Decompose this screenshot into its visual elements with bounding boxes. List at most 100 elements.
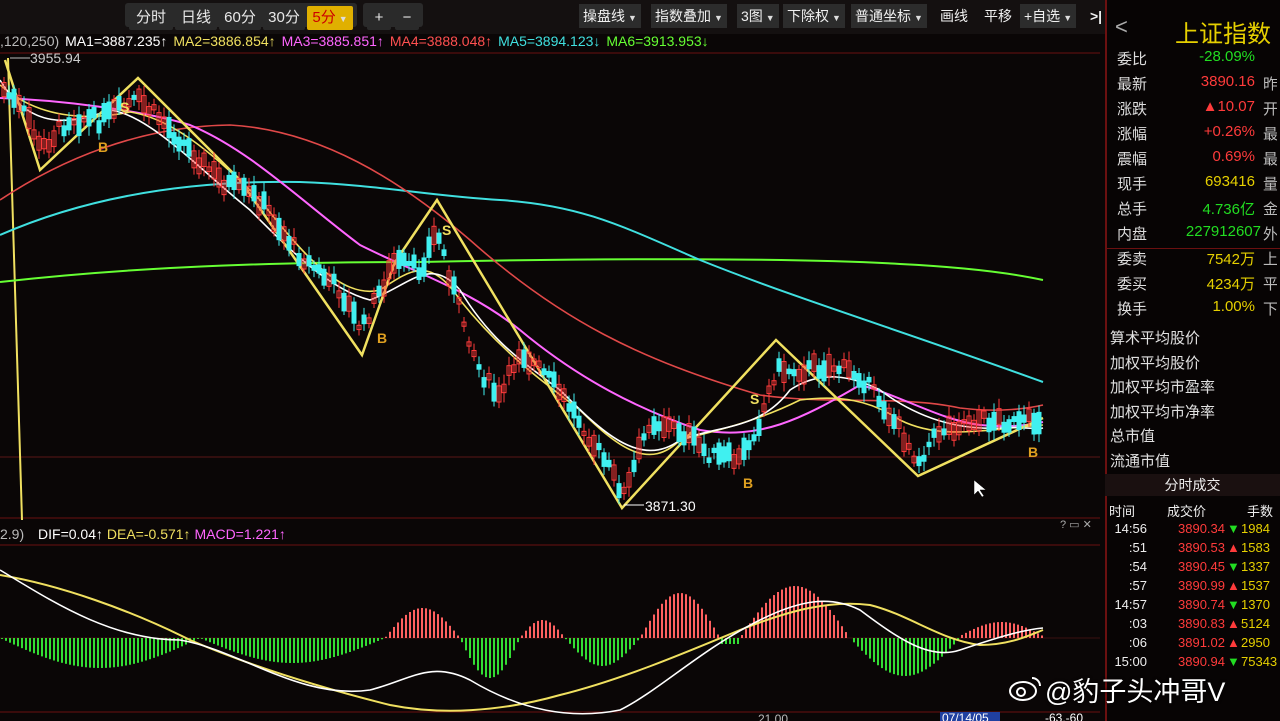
index-title: 上证指数 [1175,21,1271,48]
candle-body [806,360,812,370]
quote-suffix: 上 [1263,251,1277,268]
quote-suffix: 下 [1263,301,1277,318]
candle-body [166,116,172,139]
quote-label: 涨跌 [1117,101,1148,118]
ma6-line [0,258,1044,283]
weibo-logo-icon [1009,677,1041,701]
candle-body [851,370,857,380]
candle-body [991,411,997,431]
tick-time: :03 [1128,616,1147,631]
index-info-item[interactable]: 加权平均股价 [1110,352,1200,373]
quote-row: 总手 4.736亿金 [1117,198,1277,222]
quote-label: 总手 [1117,201,1148,218]
tick-row: 14:56 3890.34 ▼ 1984 [1105,521,1280,540]
ma1-line [0,79,1044,452]
low-price-label: 3871.30 [645,498,696,514]
candle-body [66,117,72,131]
macd-panel-controls[interactable]: ? ▭ ✕ [1060,519,1092,531]
quote-row: 涨幅 +0.26% 最 [1117,123,1277,147]
quote-label: 换手 [1117,301,1148,318]
index-info-item[interactable]: 总市值 [1110,425,1155,446]
candle-body [791,369,797,377]
quote-suffix: 平 [1263,276,1277,293]
candle-body [306,255,312,267]
candle-body [786,368,792,375]
candle-body [571,401,577,419]
candle-body [181,139,187,146]
tick-price: 3890.74 [1178,597,1225,612]
candle-body [1011,416,1017,423]
candle-body [651,416,657,435]
quote-suffix: 昨 [1263,76,1277,93]
candle-body [741,437,747,460]
tick-volume: 1984 [1241,521,1270,536]
index-info-item[interactable]: 加权平均市净率 [1110,401,1215,422]
candle-body [861,380,867,394]
candle-body [231,171,237,191]
candle-body [691,426,697,446]
quote-label: 震幅 [1117,151,1148,168]
quote-suffix: 量 [1263,176,1277,193]
candle-body [476,364,482,370]
tick-price: 3890.34 [1178,521,1225,536]
candle-body [821,360,827,382]
candle-body [641,433,647,441]
index-info-item[interactable]: 流通市值 [1110,450,1170,471]
quote-row: 换手 1.00% 下 [1117,298,1277,322]
tick-direction: ▲ [1227,578,1240,593]
index-info-item[interactable]: 加权平均市盈率 [1110,376,1215,397]
high-price-label: 3955.94 [30,50,81,66]
candle-body [341,292,347,312]
quote-row: 震幅 0.69% 最 [1117,148,1277,172]
back-icon[interactable]: < [1115,14,1128,40]
candle-body [76,114,82,136]
candle-body [286,236,292,251]
tick-price: 3890.45 [1178,559,1225,574]
candle-body [941,428,947,436]
candle-body [361,314,367,325]
tick-direction: ▲ [1227,540,1240,555]
quote-row: 涨跌 ▲10.07 开 [1117,98,1277,122]
panel-header: < 上证指数 [1105,8,1280,48]
candle-body [1016,411,1022,431]
candle-body [436,232,442,244]
candle-body [881,401,887,420]
quote-row: 委比 -28.09% [1117,48,1277,72]
tick-time: :57 [1128,578,1147,593]
candle-body [756,418,762,436]
candle-body [321,268,327,286]
candle-body [441,249,447,256]
candle-body [916,456,922,467]
quote-suffix: 最 [1263,151,1277,168]
quote-row: 委卖 7542万上 [1117,248,1277,272]
candle-body [176,136,182,152]
quote-row: 内盘 227912607 外 [1117,223,1277,247]
candle-body [1001,421,1007,433]
col-time: 时间 [1109,504,1136,519]
candle-body [836,365,842,375]
candle-body [396,249,402,269]
candle-body [6,92,12,99]
tick-row: :57 3890.99 ▲ 1537 [1105,578,1280,597]
index-info-item[interactable]: 算术平均股价 [1110,327,1200,348]
candle-body [721,446,727,463]
candle-body [86,109,92,127]
candle-body [746,440,752,451]
cursor-line [7,57,23,521]
quote-row: 委买 4234万平 [1117,273,1277,297]
candle-body [1006,419,1012,433]
macd-value: MACD=1.221↑ [194,526,286,542]
quote-value: ▲10.07 [1202,98,1255,115]
quote-label: 委买 [1117,276,1148,293]
candle-body [856,373,862,388]
candle-body [566,403,572,412]
quote-row: 最新 3890.16 昨 [1117,73,1277,97]
candle-body [481,377,487,388]
price-chart[interactable]: 3955.94 3871.30 B S B S B S B ? ▭ ✕ 07/1… [0,0,1105,721]
candle-body [891,414,897,429]
quote-value: 3890.16 [1200,73,1255,90]
tick-row: :03 3890.83 ▲ 5124 [1105,616,1280,635]
quote-divider [1107,248,1280,249]
candle-body [491,382,497,402]
candle-body [656,421,662,432]
